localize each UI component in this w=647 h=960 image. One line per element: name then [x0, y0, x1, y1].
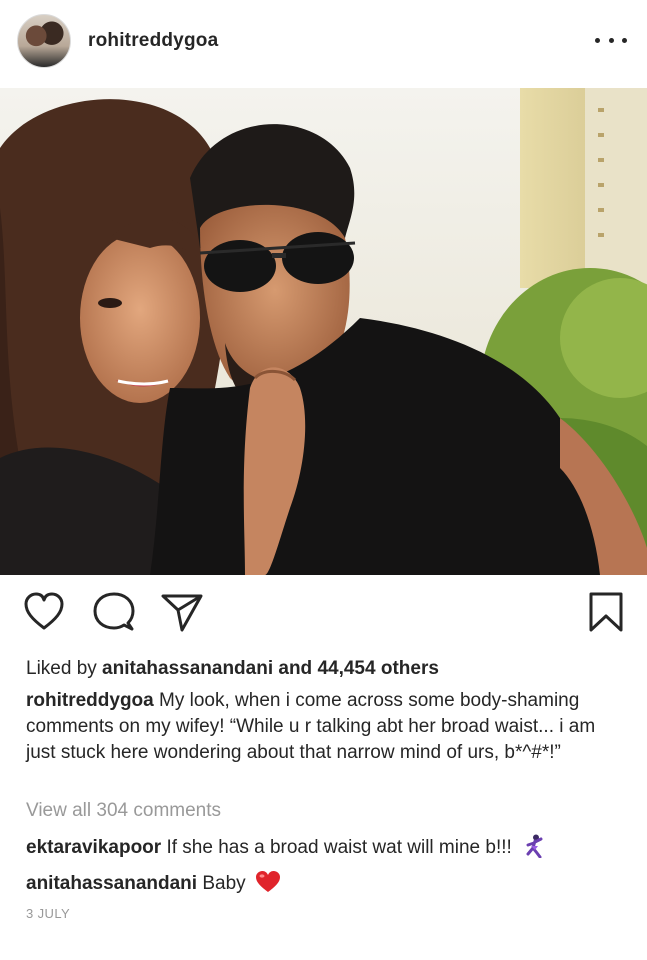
post-photo-illustration — [0, 88, 647, 575]
post-image[interactable] — [0, 88, 647, 575]
post-actions — [0, 590, 647, 640]
bookmark-icon[interactable] — [584, 590, 628, 634]
likes-count[interactable]: and 44,454 others — [273, 658, 439, 679]
caption-username[interactable]: rohitreddygoa — [26, 690, 154, 711]
red-heart-emoji-icon — [255, 870, 281, 894]
dancer-emoji-icon — [523, 834, 545, 859]
more-dot — [622, 37, 627, 43]
more-dot — [608, 37, 614, 43]
comment-username[interactable]: anitahassanandani — [26, 873, 197, 894]
post-caption: rohitreddygoa My look, when i come acros… — [26, 688, 616, 766]
comment-item: ektaravikapoor If she has a broad waist … — [26, 834, 545, 859]
heart-outline-icon[interactable] — [22, 590, 66, 634]
avatar[interactable] — [17, 14, 71, 68]
likes-prefix: Liked by — [26, 658, 103, 679]
more-dot — [595, 37, 600, 43]
comment-text: Baby — [197, 873, 251, 894]
post-username[interactable]: rohitreddygoa — [88, 30, 218, 52]
likes-user-link[interactable]: anitahassanandani — [102, 658, 273, 679]
post-header: rohitreddygoa — [0, 0, 647, 88]
more-options-icon[interactable] — [595, 28, 627, 52]
comment-text: If she has a broad waist wat will mine b… — [161, 837, 518, 858]
likes-summary: Liked by anitahassanandani and 44,454 ot… — [26, 658, 439, 680]
paper-plane-icon[interactable] — [160, 590, 204, 634]
comment-bubble-icon[interactable] — [92, 590, 136, 634]
comment-item: anitahassanandani Baby — [26, 870, 281, 895]
comment-username[interactable]: ektaravikapoor — [26, 837, 161, 858]
view-all-comments-link[interactable]: View all 304 comments — [26, 800, 221, 822]
post-date: 3 JULY — [26, 906, 71, 921]
